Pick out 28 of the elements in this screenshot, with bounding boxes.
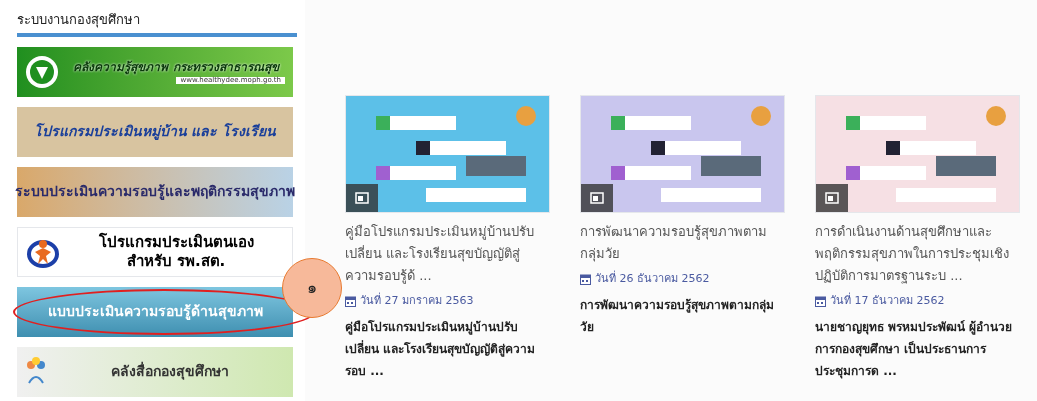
article-title[interactable]: การดำเนินงานด้านสุขศึกษาและพฤติกรรมสุขภาพในการประชุมเชิงปฏิบัติการมาตรฐานระบ ... [815,221,1020,287]
gallery-icon [581,184,613,212]
banner-text: สำหรับ รพ.สต. [126,251,226,271]
sidebar-title: ระบบงานกองสุขศึกษา [17,11,141,30]
banner-text: โปรแกรมประเมินหมู่บ้าน และ โรงเรียน [33,122,277,141]
article-summary: คู่มือโปรแกรมประเมินหมู่บ้านปรับเปลี่ยน และโรงเรียนสุขบัญญัติสู่ความรอบ ... [345,318,537,380]
banner-link[interactable]: โปรแกรมประเมินตนเอง สำหรับ รพ.สต. [17,226,293,277]
article-title[interactable]: คู่มือโปรแกรมประเมินหมู่บ้านปรับเปลี่ยน และโรงเรียนสุขบัญญัติสู่ความรอบรู้ด้ ... [345,221,550,287]
banner-link[interactable]: โปรแกรมประเมินหมู่บ้าน และ โรงเรียน [17,106,293,157]
article-summary: นายชาญยุทธ พรหมประพัฒน์ ผู้อำนวยการกองสุขศึกษา เป็นประธานการประชุมการด ... [815,318,1014,381]
article-date: วันที่ 27 มกราคม 2563 [360,293,474,309]
gallery-icon [346,184,378,212]
calendar-icon [345,295,356,307]
article-summary: การพัฒนาความรอบรู้สุขภาพตามกลุ่มวัย [580,296,775,336]
banner-link[interactable]: คลังสื่อกองสุขศึกษา [17,346,293,397]
banner-text: แบบประเมินความรอบรู้ด้านสุขภาพ [47,302,263,321]
banner-text: คลังสื่อกองสุขศึกษา [111,362,229,381]
banner-text: โปรแกรมประเมินตนเอง [98,232,254,252]
calendar-icon [580,273,591,285]
article-date: วันที่ 26 ธันวาคม 2562 [595,271,710,287]
banner-text: ระบบประเมินความรอบรู้และพฤติกรรมสุขภาพ [15,182,295,201]
article-date: วันที่ 17 ธันวาคม 2562 [830,293,945,309]
emblem-icon [25,54,59,89]
banner-text: คลังความรู้สุขภาพ กระทรวงสาธารณสุข [73,59,279,75]
article-title[interactable]: การพัฒนาความรอบรู้สุขภาพตามกลุ่มวัย [580,221,785,265]
banner-link[interactable]: ระบบประเมินความรอบรู้และพฤติกรรมสุขภาพ [17,166,293,217]
calendar-icon [815,295,826,307]
gallery-icon [816,184,848,212]
